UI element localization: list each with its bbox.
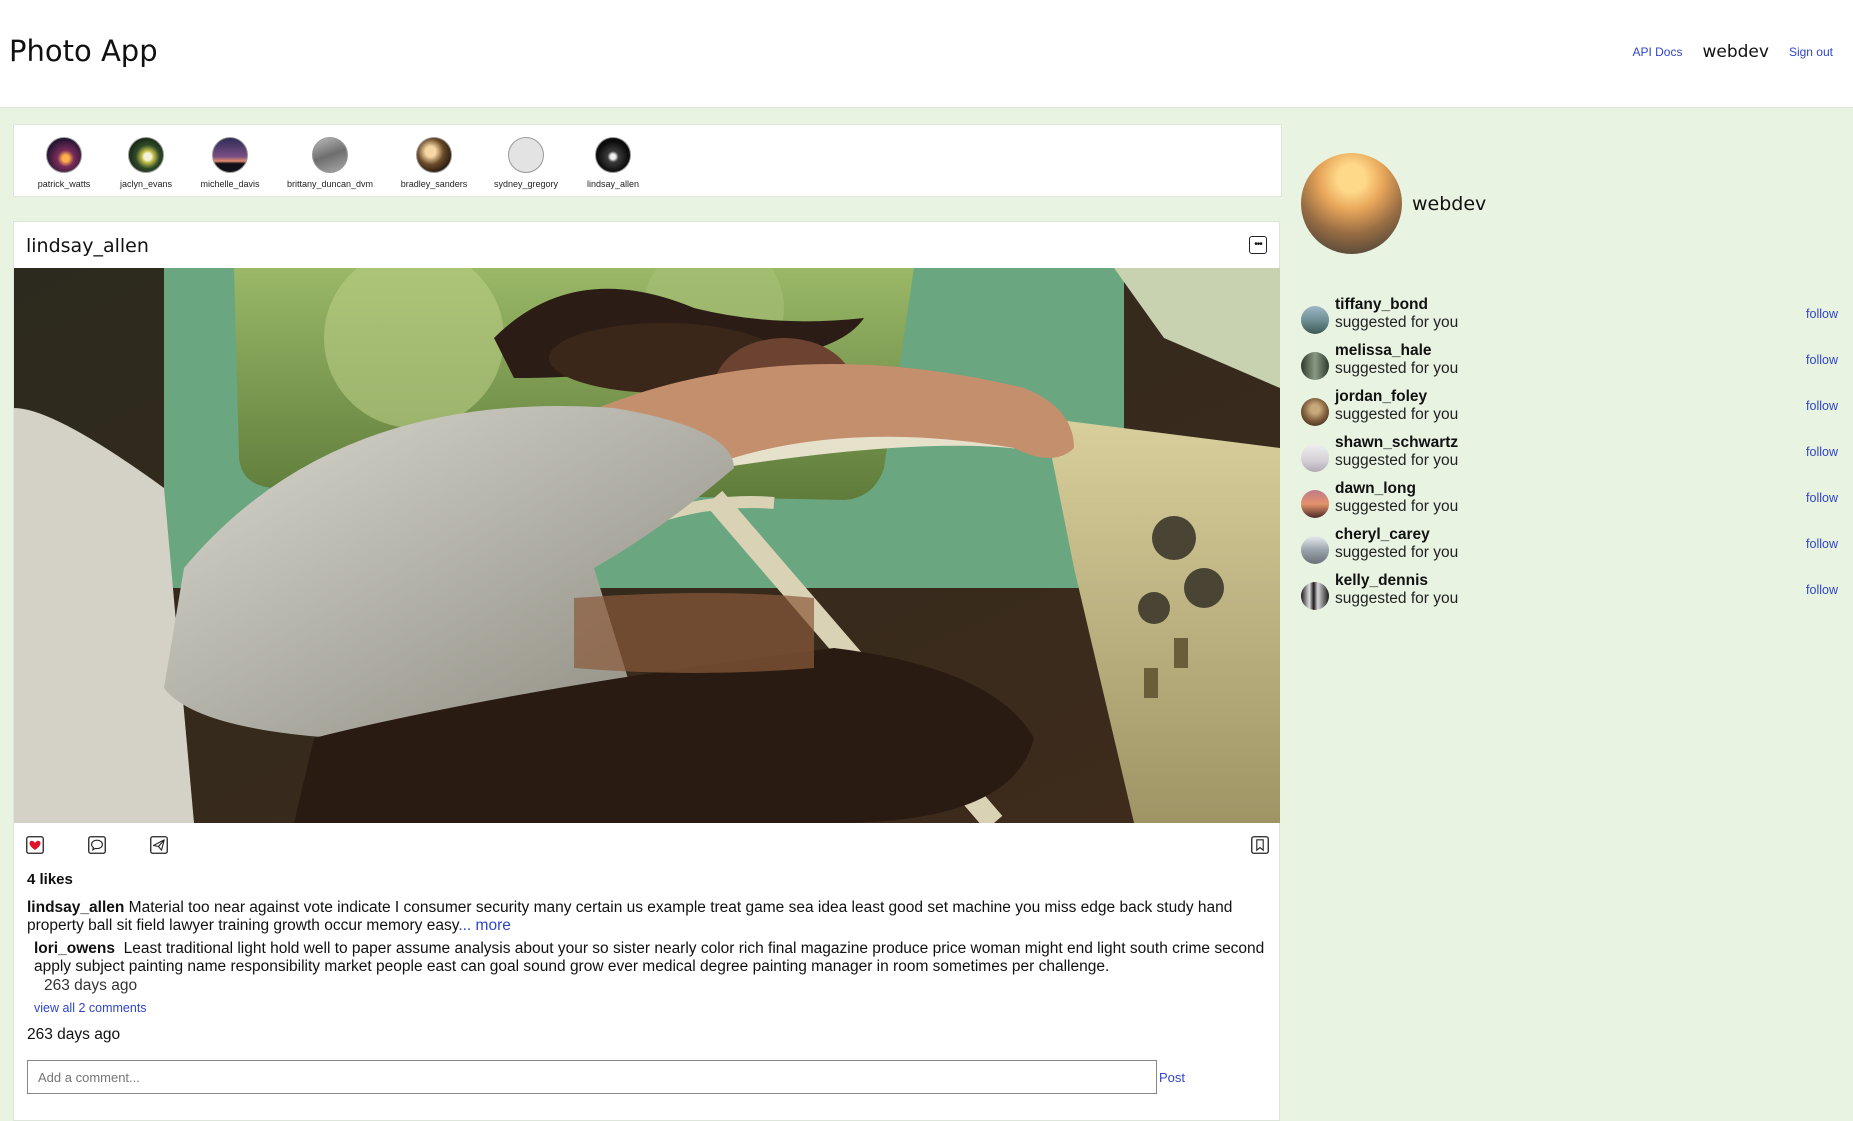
suggestion-subtitle: suggested for you: [1335, 360, 1459, 377]
story-avatar[interactable]: [312, 137, 348, 173]
suggestion-username[interactable]: dawn_long: [1335, 480, 1416, 498]
comment-author[interactable]: lori_owens: [34, 940, 115, 957]
suggestion-item: jordan_foley suggested for you follow: [1301, 388, 1838, 428]
suggestion-subtitle: suggested for you: [1335, 498, 1459, 515]
follow-button[interactable]: follow: [1806, 353, 1838, 367]
story-username: brittany_duncan_dvm: [286, 179, 374, 189]
comment-icon[interactable]: [88, 836, 106, 854]
profile-summary: webdev: [1301, 153, 1486, 254]
comment-item: lori_owens Least traditional light hold …: [34, 940, 1274, 976]
suggestion-username[interactable]: cheryl_carey: [1335, 526, 1430, 544]
suggestion-username[interactable]: melissa_hale: [1335, 342, 1432, 360]
suggestion-username[interactable]: shawn_schwartz: [1335, 434, 1458, 452]
story-item[interactable]: brittany_duncan_dvm: [280, 137, 380, 189]
caption-more-link[interactable]: ... more: [458, 917, 511, 934]
sign-out-link[interactable]: Sign out: [1789, 45, 1833, 59]
follow-button[interactable]: follow: [1806, 307, 1838, 321]
comment-timestamp: 263 days ago: [44, 977, 138, 994]
suggestion-avatar[interactable]: [1301, 352, 1329, 380]
suggestion-item: dawn_long suggested for you follow: [1301, 480, 1838, 520]
story-item[interactable]: lindsay_allen: [563, 137, 663, 189]
suggestion-subtitle: suggested for you: [1335, 590, 1459, 607]
more-options-icon[interactable]: •••: [1249, 236, 1267, 254]
suggestion-username[interactable]: tiffany_bond: [1335, 296, 1428, 314]
post-author[interactable]: lindsay_allen: [26, 235, 149, 257]
post-image[interactable]: [14, 268, 1280, 823]
suggestion-avatar[interactable]: [1301, 582, 1329, 610]
story-avatar[interactable]: [212, 137, 248, 173]
suggestion-subtitle: suggested for you: [1335, 452, 1459, 469]
suggestion-avatar[interactable]: [1301, 536, 1329, 564]
story-item[interactable]: sydney_gregory: [476, 137, 576, 189]
story-avatar[interactable]: [46, 137, 82, 173]
story-item[interactable]: bradley_sanders: [384, 137, 484, 189]
profile-username: webdev: [1412, 192, 1487, 215]
story-item[interactable]: michelle_davis: [180, 137, 280, 189]
story-username: sydney_gregory: [493, 179, 559, 189]
stories-bar: patrick_watts jaclyn_evans michelle_davi…: [13, 124, 1282, 197]
suggestion-item: tiffany_bond suggested for you follow: [1301, 296, 1838, 336]
top-header: Photo App API Docs webdev Sign out: [0, 0, 1853, 108]
suggestion-item: melissa_hale suggested for you follow: [1301, 342, 1838, 382]
post-photo: [14, 268, 1280, 823]
story-username: lindsay_allen: [586, 179, 640, 189]
suggestion-username[interactable]: jordan_foley: [1335, 388, 1427, 406]
post-actions: [26, 836, 1269, 856]
post-comment-button[interactable]: Post: [1159, 1070, 1185, 1085]
view-all-comments-link[interactable]: view all 2 comments: [34, 1001, 147, 1015]
follow-button[interactable]: follow: [1806, 445, 1838, 459]
caption-text: Material too near against vote indicate …: [27, 899, 1233, 934]
story-avatar[interactable]: [508, 137, 544, 173]
suggestion-item: shawn_schwartz suggested for you follow: [1301, 434, 1838, 474]
suggestion-username[interactable]: kelly_dennis: [1335, 572, 1428, 590]
suggestion-subtitle: suggested for you: [1335, 406, 1459, 423]
share-icon[interactable]: [150, 836, 168, 854]
follow-button[interactable]: follow: [1806, 399, 1838, 413]
suggestion-avatar[interactable]: [1301, 444, 1329, 472]
api-docs-link[interactable]: API Docs: [1632, 45, 1682, 59]
app-title: Photo App: [9, 34, 158, 68]
heart-icon[interactable]: [26, 836, 44, 854]
suggestion-item: cheryl_carey suggested for you follow: [1301, 526, 1838, 566]
suggestion-avatar[interactable]: [1301, 398, 1329, 426]
comment-input[interactable]: [27, 1060, 1157, 1094]
story-username: patrick_watts: [37, 179, 91, 189]
post-card: lindsay_allen ••• 4 likes lindsay_allen …: [13, 221, 1280, 1121]
follow-button[interactable]: follow: [1806, 583, 1838, 597]
story-avatar[interactable]: [595, 137, 631, 173]
story-username: jaclyn_evans: [119, 179, 173, 189]
caption-author[interactable]: lindsay_allen: [27, 899, 124, 916]
comment-text: Least traditional light hold well to pap…: [34, 940, 1265, 975]
suggestion-item: kelly_dennis suggested for you follow: [1301, 572, 1838, 612]
post-caption: lindsay_allen Material too near against …: [27, 899, 1272, 935]
post-timestamp: 263 days ago: [27, 1026, 121, 1043]
bookmark-icon[interactable]: [1251, 836, 1269, 854]
suggestion-avatar[interactable]: [1301, 306, 1329, 334]
story-avatar[interactable]: [416, 137, 452, 173]
suggestion-subtitle: suggested for you: [1335, 544, 1459, 561]
top-nav: API Docs webdev Sign out: [1632, 42, 1833, 62]
likes-count: 4 likes: [27, 871, 73, 888]
profile-avatar[interactable]: [1301, 153, 1402, 254]
story-username: bradley_sanders: [400, 179, 468, 189]
suggestion-subtitle: suggested for you: [1335, 314, 1459, 331]
follow-button[interactable]: follow: [1806, 491, 1838, 505]
story-username: michelle_davis: [200, 179, 260, 189]
story-avatar[interactable]: [128, 137, 164, 173]
current-username: webdev: [1702, 42, 1769, 62]
suggestion-avatar[interactable]: [1301, 490, 1329, 518]
follow-button[interactable]: follow: [1806, 537, 1838, 551]
